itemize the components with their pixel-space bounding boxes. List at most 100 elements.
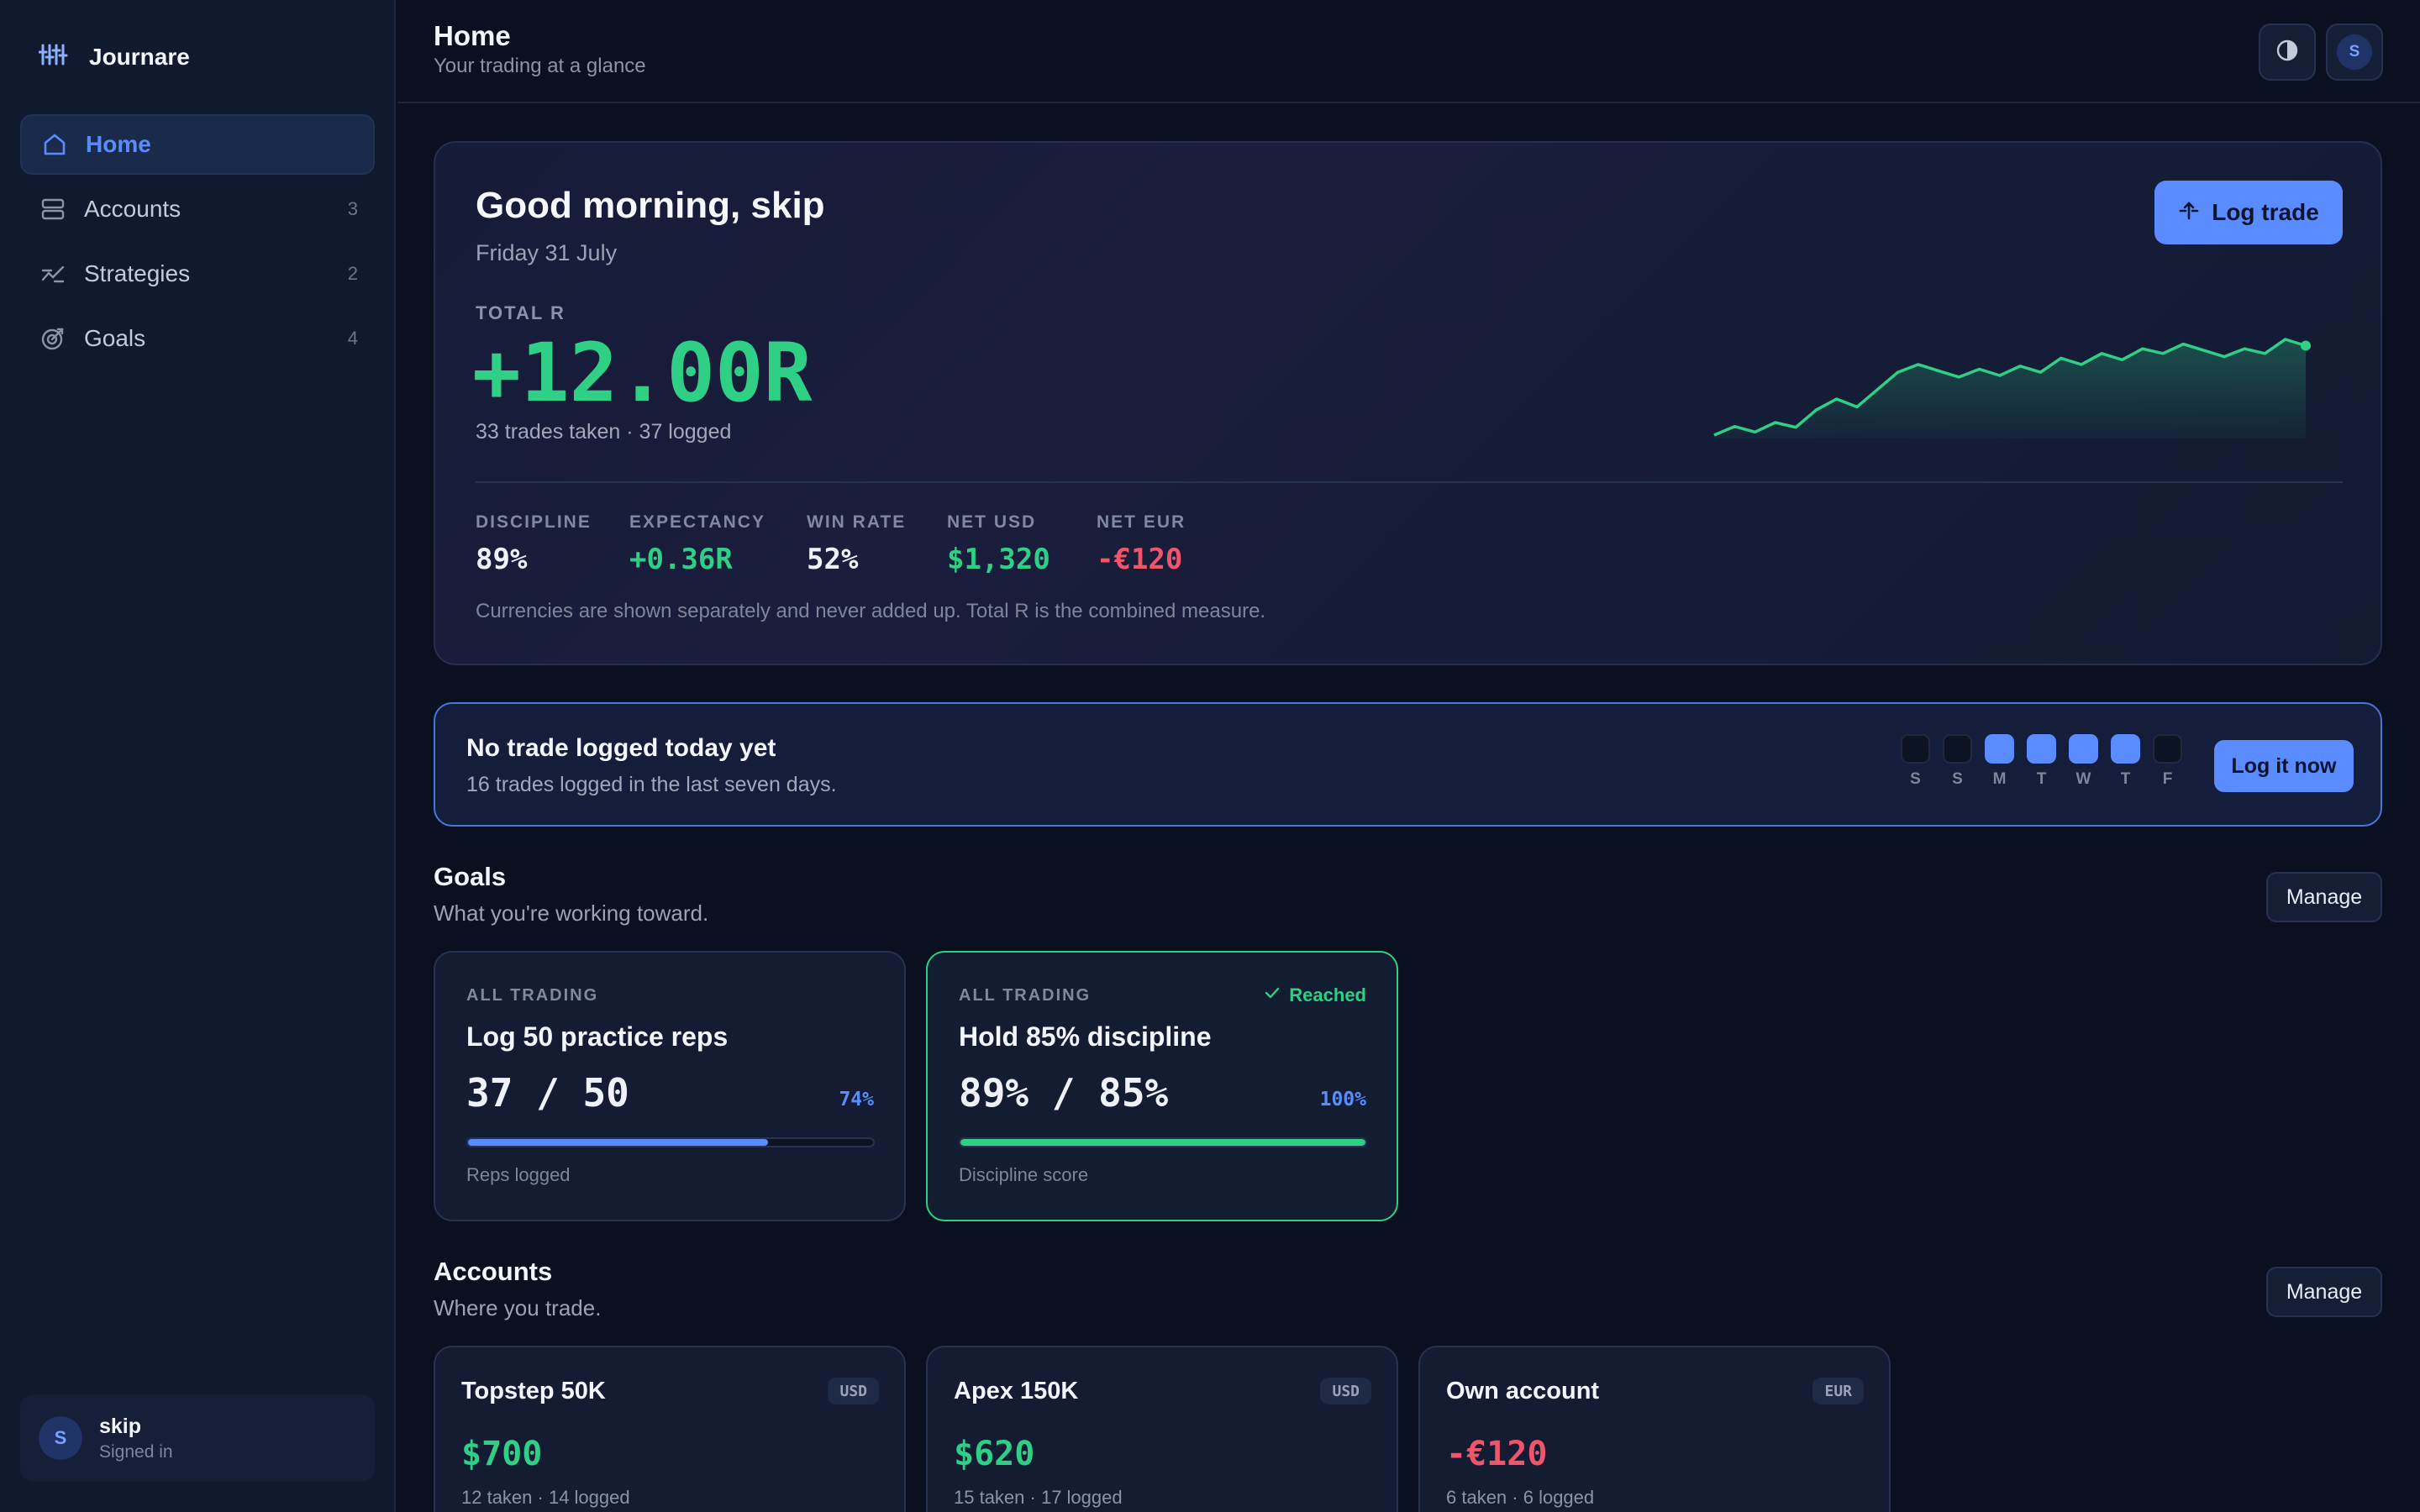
total-r-sparkline	[1713, 338, 2311, 438]
goal-reached-badge: Reached	[1264, 984, 1366, 1006]
manage-accounts-button[interactable]: Manage	[2266, 1267, 2382, 1317]
day-indicator: W	[2069, 734, 2098, 789]
accounts-heading: Accounts	[434, 1257, 553, 1286]
account-name: Own account	[1446, 1378, 1600, 1404]
goal-progress: 89% / 85%	[959, 1070, 1169, 1116]
brand[interactable]: Journare	[38, 42, 190, 71]
weekly-log-streak: SSMTWTF	[1901, 734, 2182, 789]
currency-badge: USD	[1320, 1378, 1371, 1404]
sidebar-item-strategies[interactable]: Strategies 2	[20, 244, 375, 304]
goal-card[interactable]: ALL TRADING Log 50 practice reps 37 / 50…	[434, 951, 906, 1221]
total-r-label: TOTAL R	[476, 302, 566, 323]
account-net: $620	[954, 1435, 1035, 1473]
goals-heading: Goals	[434, 862, 507, 891]
day-indicator: S	[1943, 734, 1972, 789]
day-logged-box	[2027, 734, 2056, 764]
goal-progress-bar	[959, 1137, 1367, 1147]
sidebar-item-home[interactable]: Home	[20, 114, 375, 175]
day-letter: M	[1992, 770, 2007, 788]
day-letter: W	[2075, 770, 2091, 788]
day-letter: S	[1952, 770, 1963, 788]
goal-metric: Reps logged	[466, 1164, 571, 1185]
stat-value: +0.36R	[629, 543, 733, 576]
day-letter: T	[2120, 770, 2131, 788]
accounts-subtitle: Where you trade.	[434, 1295, 602, 1320]
day-letter: T	[2036, 770, 2047, 788]
log-trade-icon	[2178, 199, 2200, 227]
day-logged-box	[1985, 734, 2014, 764]
account-card[interactable]: Own account EUR -€120 6 taken · 6 logged	[1418, 1346, 1891, 1512]
account-name: Apex 150K	[954, 1378, 1079, 1404]
goal-progress: 37 / 50	[466, 1070, 629, 1116]
log-it-now-button[interactable]: Log it now	[2214, 740, 2354, 792]
stat-label: NET EUR	[1097, 512, 1186, 532]
sparkline-endpoint	[2301, 340, 2311, 351]
greeting: Good morning, skip	[476, 185, 825, 226]
trades-count: 33 trades taken · 37 logged	[476, 420, 732, 444]
sidebar-item-label: Accounts	[84, 196, 182, 222]
logo-icon	[38, 42, 71, 71]
goal-name: Log 50 practice reps	[466, 1021, 729, 1052]
stat-label: NET USD	[947, 512, 1037, 532]
account-name: Topstep 50K	[461, 1378, 606, 1404]
log-trade-label: Log trade	[2212, 199, 2319, 225]
stat-win-rate: WIN RATE 52%	[807, 512, 906, 576]
goal-progress-fill	[960, 1139, 1365, 1146]
goal-card[interactable]: ALL TRADING Reached Hold 85% discipline …	[926, 951, 1398, 1221]
theme-toggle-button[interactable]	[2259, 24, 2316, 81]
stat-label: WIN RATE	[807, 512, 907, 532]
day-empty-box	[1943, 734, 1972, 764]
account-card[interactable]: Topstep 50K USD $700 12 taken · 14 logge…	[434, 1346, 906, 1512]
sidebar-nav: Home Accounts 3 Strategies 2 Goals 4	[20, 114, 375, 373]
strategy-icon	[39, 260, 67, 288]
day-indicator: T	[2027, 734, 2056, 789]
user-status: Signed in	[99, 1441, 173, 1462]
user-card[interactable]: S skip Signed in	[20, 1394, 375, 1482]
account-trades: 12 taken · 14 logged	[461, 1487, 630, 1508]
goal-scope: ALL TRADING	[466, 986, 599, 1005]
brand-name: Journare	[89, 43, 190, 70]
banner-title: No trade logged today yet	[466, 734, 776, 762]
goal-scope: ALL TRADING	[959, 986, 1092, 1005]
day-indicator: S	[1901, 734, 1930, 789]
goal-progress-bar	[466, 1137, 875, 1147]
sidebar-item-label: Strategies	[84, 260, 191, 286]
day-logged-box	[2111, 734, 2140, 764]
goal-badge-label: Reached	[1289, 984, 1366, 1005]
stat-value: $1,320	[947, 543, 1050, 576]
home-icon	[40, 130, 69, 159]
day-indicator: M	[1985, 734, 2014, 789]
stat-value: -€120	[1097, 543, 1183, 576]
account-trades: 15 taken · 17 logged	[954, 1487, 1123, 1508]
day-letter: F	[2162, 770, 2173, 788]
sidebar-item-accounts[interactable]: Accounts 3	[20, 179, 375, 239]
stat-label: EXPECTANCY	[629, 512, 765, 532]
currency-badge: USD	[828, 1378, 879, 1404]
page-subtitle: Your trading at a glance	[434, 55, 646, 77]
currency-footnote: Currencies are shown separately and neve…	[476, 600, 1266, 622]
stat-net-usd: NET USD $1,320	[947, 512, 1050, 576]
summary-card: Good morning, skip Friday 31 July TOTAL …	[434, 141, 2382, 665]
sidebar: Journare Home Accounts 3 Strategies 2 Go…	[0, 0, 396, 1512]
goal-percent: 100%	[1319, 1089, 1366, 1110]
user-info: skip Signed in	[99, 1415, 173, 1462]
check-icon	[1264, 984, 1281, 1006]
account-menu-button[interactable]: S	[2326, 24, 2383, 81]
contrast-icon	[2275, 38, 2300, 67]
goal-percent: 74%	[839, 1089, 874, 1110]
day-letter: S	[1910, 770, 1921, 788]
account-trades: 6 taken · 6 logged	[1446, 1487, 1595, 1508]
account-net: $700	[461, 1435, 543, 1473]
target-icon	[39, 324, 67, 353]
sidebar-item-count: 2	[347, 263, 358, 284]
stat-value: 89%	[476, 543, 528, 576]
account-card[interactable]: Apex 150K USD $620 15 taken · 17 logged	[926, 1346, 1398, 1512]
sidebar-item-label: Home	[86, 131, 151, 157]
stat-label: DISCIPLINE	[476, 512, 592, 532]
top-header: Home Your trading at a glance S	[397, 0, 2420, 103]
day-empty-box	[1901, 734, 1930, 764]
manage-goals-button[interactable]: Manage	[2266, 872, 2382, 922]
log-trade-button[interactable]: Log trade	[2154, 181, 2343, 244]
stat-net-eur: NET EUR -€120	[1097, 512, 1186, 576]
sidebar-item-goals[interactable]: Goals 4	[20, 308, 375, 369]
